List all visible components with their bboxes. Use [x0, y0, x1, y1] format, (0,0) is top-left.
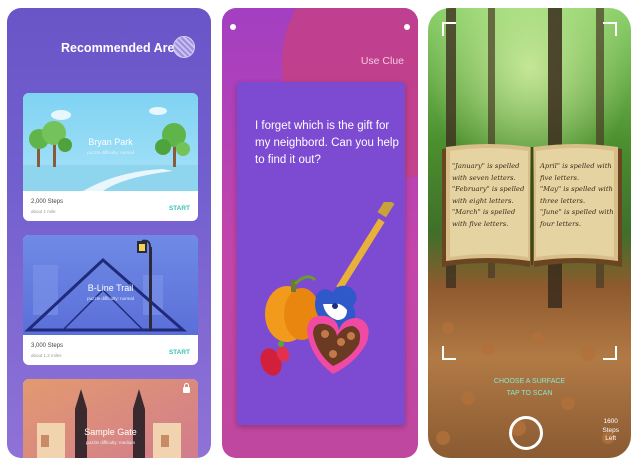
candy-icon: [260, 341, 290, 376]
scan-instruction: CHOOSE A SURFACE: [493, 378, 566, 385]
clue-prompt: I forget which is the gift for my neighb…: [255, 120, 399, 166]
gate-illustration: [23, 379, 198, 458]
steps-left-label: Steps: [602, 426, 619, 434]
viewfinder-corner: [442, 346, 456, 360]
viewfinder-corner: [442, 22, 456, 36]
area-difficulty: puzzle difficulty: medium: [86, 440, 135, 445]
start-button[interactable]: START: [169, 205, 190, 212]
clue-card: I forget which is the gift for my neighb…: [237, 82, 405, 425]
steps-left-counter: 1600 Steps Left: [602, 418, 619, 444]
sensor-dot: [404, 24, 410, 30]
area-distance: about 1 mile: [31, 209, 56, 214]
area-card-b-line-trail[interactable]: B-Line Trail puzzle difficulty: normal 3…: [23, 235, 198, 365]
area-name: B-Line Trail: [87, 283, 134, 293]
scan-screen: "January" is spelled with seven letters.…: [428, 8, 631, 458]
area-difficulty: puzzle difficulty: normal: [87, 150, 134, 155]
camera-dot: [230, 24, 236, 30]
steps-left-value: 1600: [603, 418, 618, 425]
page-title: Recommended Areas: [61, 41, 189, 55]
ar-book: "January" is spelled with seven letters.…: [440, 141, 624, 271]
area-name: Sample Gate: [84, 427, 137, 437]
viewfinder-corner: [603, 22, 617, 36]
start-button[interactable]: START: [169, 349, 190, 356]
area-steps: 3,000 Steps: [31, 343, 64, 349]
area-difficulty: puzzle difficulty: normal: [87, 296, 134, 301]
use-clue-button[interactable]: Use Clue: [361, 55, 404, 67]
area-name: Bryan Park: [88, 137, 133, 147]
recommended-areas-screen: Recommended Areas Bryan Park puzzle diff…: [7, 8, 211, 458]
avatar[interactable]: [173, 36, 195, 58]
viewfinder-corner: [603, 346, 617, 360]
scan-shutter-button[interactable]: [509, 416, 543, 450]
area-card-sample-gate[interactable]: Sample Gate puzzle difficulty: medium: [23, 379, 198, 458]
area-card-bryan-park[interactable]: Bryan Park puzzle difficulty: normal 2,0…: [23, 93, 198, 221]
book-right-page: April" is spelled with five letters. "Ma…: [540, 162, 614, 228]
steps-left-label: Left: [605, 435, 617, 442]
area-steps: 2,000 Steps: [31, 199, 64, 205]
gifts-illustration: [260, 202, 395, 376]
clue-screen: Use Clue I forget which is the gift for …: [222, 8, 418, 458]
guitar-icon: [315, 202, 395, 331]
area-distance: about 1.2 miles: [31, 353, 62, 358]
book-left-page: "January" is spelled with seven letters.…: [452, 162, 525, 228]
scan-instruction: TAP TO SCAN: [506, 390, 553, 397]
lock-icon: [183, 383, 190, 393]
